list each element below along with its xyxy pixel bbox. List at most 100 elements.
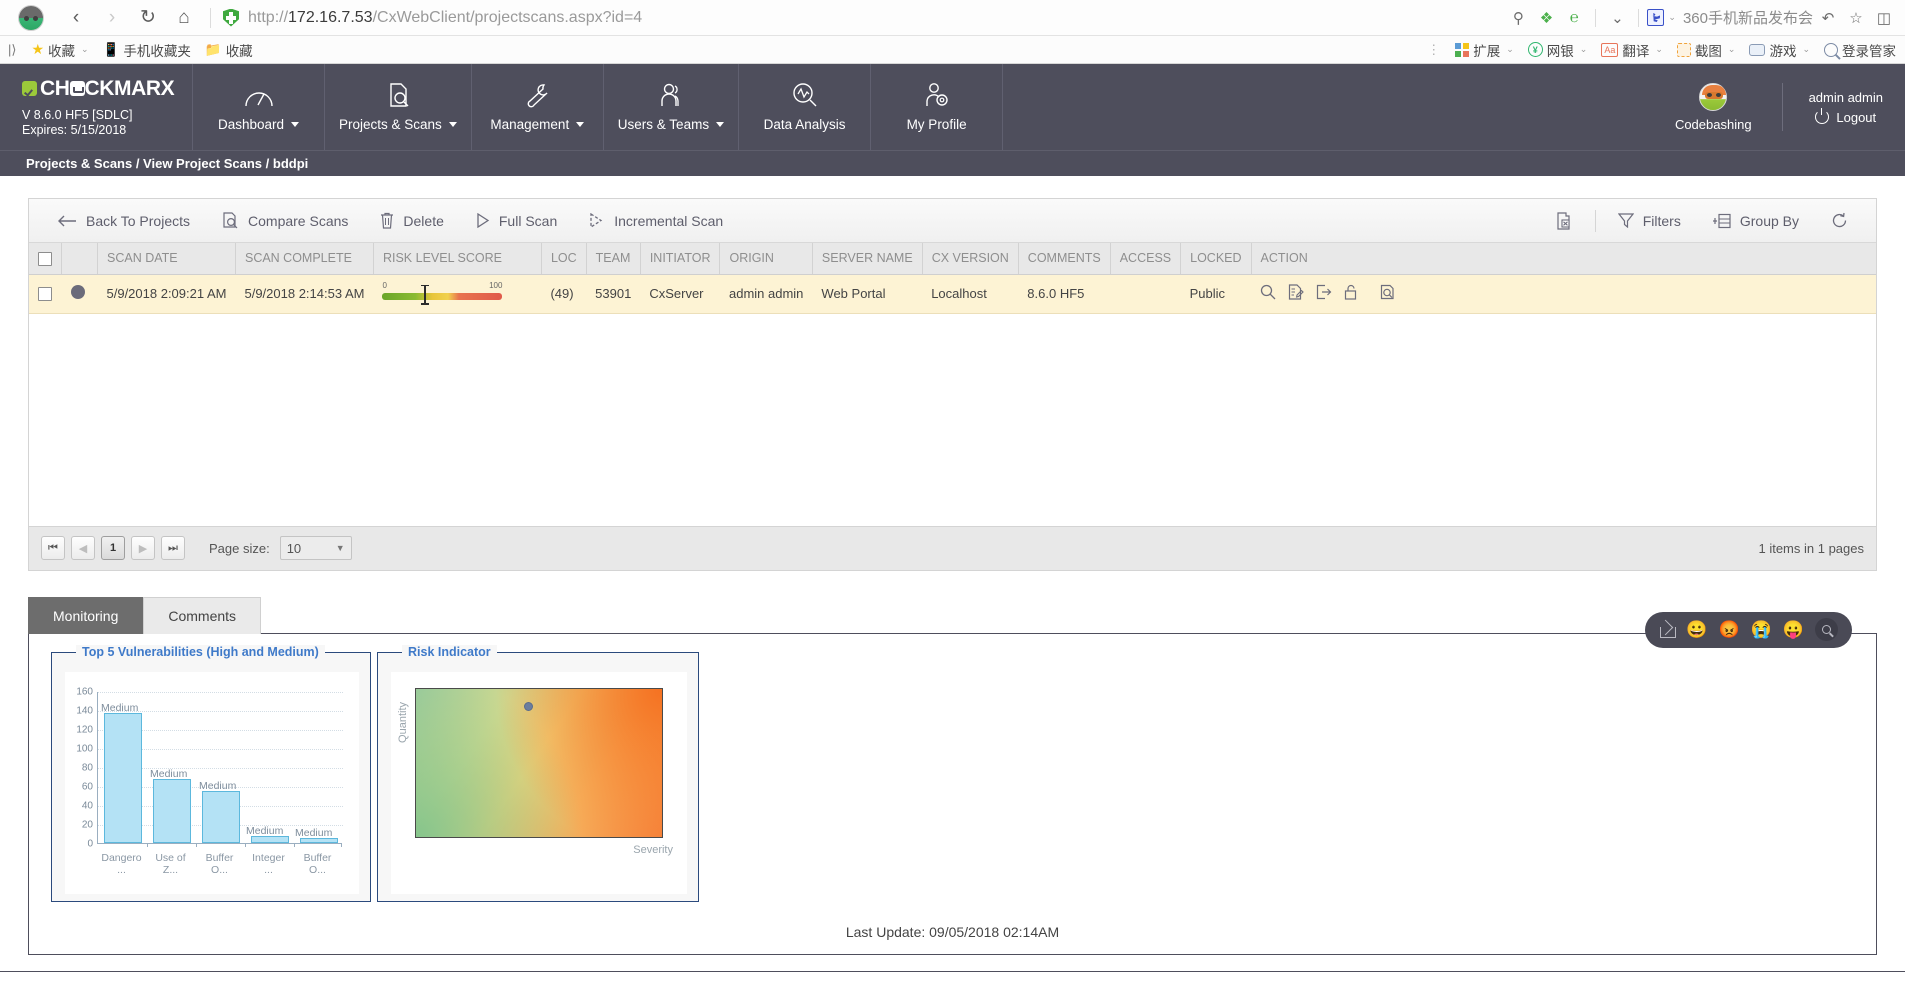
nav-management[interactable]: Management [472, 64, 604, 150]
bookmark-folder[interactable]: 📁 收藏 [198, 38, 260, 62]
bank-icon: ¥ [1527, 42, 1543, 57]
th-origin[interactable]: ORIGIN [719, 243, 813, 275]
th-risk-level-score[interactable]: RISK LEVEL SCORE [373, 243, 542, 275]
tab-monitoring[interactable]: Monitoring [28, 596, 144, 634]
first-page-button[interactable]: ⏮ [41, 536, 65, 561]
th-scan-complete[interactable]: SCAN COMPLETE [235, 243, 374, 275]
report-edit-icon[interactable] [1288, 284, 1304, 303]
bar-2[interactable] [202, 790, 240, 843]
dashboard-widgets: Top 5 Vulnerabilities (High and Medium) … [29, 644, 1876, 902]
page-size-select[interactable]: 10 ▼ [279, 536, 352, 561]
risk-y-axis-label: Quantity [397, 701, 409, 743]
bookmark-bank[interactable]: ¥ 网银 ⌄ [1521, 38, 1595, 62]
address-bar[interactable]: http://172.16.7.53/CxWebClient/projectsc… [221, 4, 1505, 32]
page-number-button[interactable]: 1 [101, 536, 125, 561]
logout-button[interactable]: Logout [1815, 108, 1876, 125]
bookmark-translate[interactable]: Aa 翻译 ⌄ [1594, 38, 1670, 62]
compare-scans-button[interactable]: Compare Scans [206, 200, 364, 242]
user-menu[interactable]: admin admin Logout [1783, 90, 1883, 125]
reload-button[interactable]: ↻ [132, 3, 164, 33]
search-icon[interactable] [1815, 618, 1838, 642]
th-scan-date[interactable]: SCAN DATE [97, 243, 236, 275]
th-comments[interactable]: COMMENTS [1018, 243, 1111, 275]
sidebar-icon[interactable]: ◫ [1871, 5, 1897, 31]
group-by-button[interactable]: Group By [1697, 200, 1815, 242]
nav-my-profile[interactable]: My Profile [871, 64, 1004, 150]
e-browser-icon[interactable]: ℮ [1561, 5, 1587, 31]
th-cx-version[interactable]: CX VERSION [922, 243, 1019, 275]
th-access[interactable]: ACCESS [1110, 243, 1182, 275]
widget-title: Top 5 Vulnerabilities (High and Medium) [76, 644, 325, 659]
bar-1[interactable] [153, 778, 191, 843]
tongue-emoji[interactable]: 😛 [1783, 621, 1804, 638]
smile-emoji[interactable]: 😀 [1686, 621, 1707, 638]
filters-button[interactable]: Filters [1602, 200, 1697, 242]
bar-3[interactable] [251, 835, 289, 843]
bookmark-mobile-favorites[interactable]: 📱 手机收藏夹 [96, 38, 198, 62]
th-select-all[interactable] [29, 243, 62, 275]
chevron-down-icon[interactable]: ⌄ [1604, 5, 1630, 31]
shutter-icon[interactable]: ❖ [1533, 5, 1559, 31]
address-search-icon[interactable]: ⚲ [1505, 5, 1531, 31]
th-team[interactable]: TEAM [586, 243, 641, 275]
nav-users-teams[interactable]: Users & Teams [604, 64, 740, 150]
nav-data-analysis[interactable]: Data Analysis [739, 64, 872, 150]
incremental-scan-button[interactable]: Incremental Scan [573, 200, 739, 242]
more-dots-icon[interactable]: ⋮ [1419, 43, 1448, 56]
magnify-icon[interactable] [1260, 284, 1276, 303]
toolbar-label: Compare Scans [248, 212, 349, 229]
browser-tab-title[interactable]: 360手机新品发布会 [1683, 7, 1813, 28]
bookmark-screenshot[interactable]: 截图 ⌄ [1670, 38, 1743, 62]
th-loc[interactable]: LOC [541, 243, 587, 275]
unlock-icon[interactable] [1344, 284, 1358, 303]
ytick-60: 60 [81, 781, 93, 793]
angry-emoji[interactable]: 😡 [1718, 621, 1739, 638]
compare-icon [222, 212, 239, 229]
home-button[interactable]: ⌂ [168, 3, 200, 33]
back-to-projects-button[interactable]: Back To Projects [41, 200, 206, 242]
favorite-star-icon[interactable]: ☆ [1843, 5, 1869, 31]
tab-comments[interactable]: Comments [143, 596, 262, 634]
risk-point[interactable] [524, 702, 534, 712]
home-icon[interactable] [1659, 623, 1677, 638]
bookmark-login-manager[interactable]: 登录管家 [1817, 38, 1903, 62]
th-initiator[interactable]: INITIATOR [640, 243, 721, 275]
bar-0[interactable] [104, 712, 142, 843]
last-update-label: Last Update: 09/05/2018 02:14AM [845, 923, 1060, 940]
full-scan-button[interactable]: Full Scan [460, 200, 573, 242]
xlabel-0: Dangero ... [97, 852, 146, 876]
export-icon[interactable] [1316, 284, 1332, 303]
codebashing-button[interactable]: Codebashing [1645, 82, 1782, 132]
delete-button[interactable]: Delete [364, 200, 459, 242]
chevron-down-icon: ⌄ [1802, 44, 1810, 54]
nav-dashboard[interactable]: Dashboard [193, 64, 325, 150]
next-page-button[interactable]: ▶ [131, 536, 155, 561]
crying-emoji[interactable]: 😭 [1751, 621, 1772, 638]
bookmark-favorites[interactable]: ★ 收藏 ⌄ [24, 38, 95, 62]
username-label: admin admin [1808, 89, 1883, 105]
row-checkbox[interactable] [38, 287, 52, 302]
nav-projects-scans[interactable]: Projects & Scans [325, 64, 472, 150]
xtick [341, 842, 342, 847]
bookmark-extensions[interactable]: 扩展 ⌄ [1448, 38, 1521, 62]
th-locked[interactable]: LOCKED [1180, 243, 1252, 275]
bookmarks-expand-icon[interactable]: |⟩ [0, 42, 24, 58]
row-select-cell[interactable] [29, 274, 62, 314]
table-row[interactable]: 5/9/2018 2:09:21 AM 5/9/2018 2:14:53 AM … [29, 274, 1876, 314]
th-server-name[interactable]: SERVER NAME [812, 243, 923, 275]
bookmark-games[interactable]: 游戏 ⌄ [1742, 38, 1817, 62]
cell-cx-version: Localhost [922, 274, 1019, 314]
last-page-button[interactable]: ⏭ [161, 536, 185, 561]
refresh-button[interactable] [1815, 200, 1864, 242]
export-button[interactable] [1539, 200, 1589, 242]
undo-icon[interactable]: ↶ [1815, 5, 1841, 31]
scan-details-icon[interactable] [1380, 284, 1396, 303]
select-all-checkbox[interactable] [38, 251, 52, 266]
prev-page-button[interactable]: ◀ [71, 536, 95, 561]
forward-button[interactable]: › [96, 3, 128, 33]
ytick-80: 80 [81, 762, 93, 774]
back-button[interactable]: ‹ [60, 3, 92, 33]
brand-block[interactable]: CH CKMARX V 8.6.0 HF5 [SDLC] Expires: 5/1… [0, 64, 193, 150]
icon-divider-2 [1638, 8, 1640, 27]
table-body: 5/9/2018 2:09:21 AM 5/9/2018 2:14:53 AM … [29, 274, 1876, 314]
